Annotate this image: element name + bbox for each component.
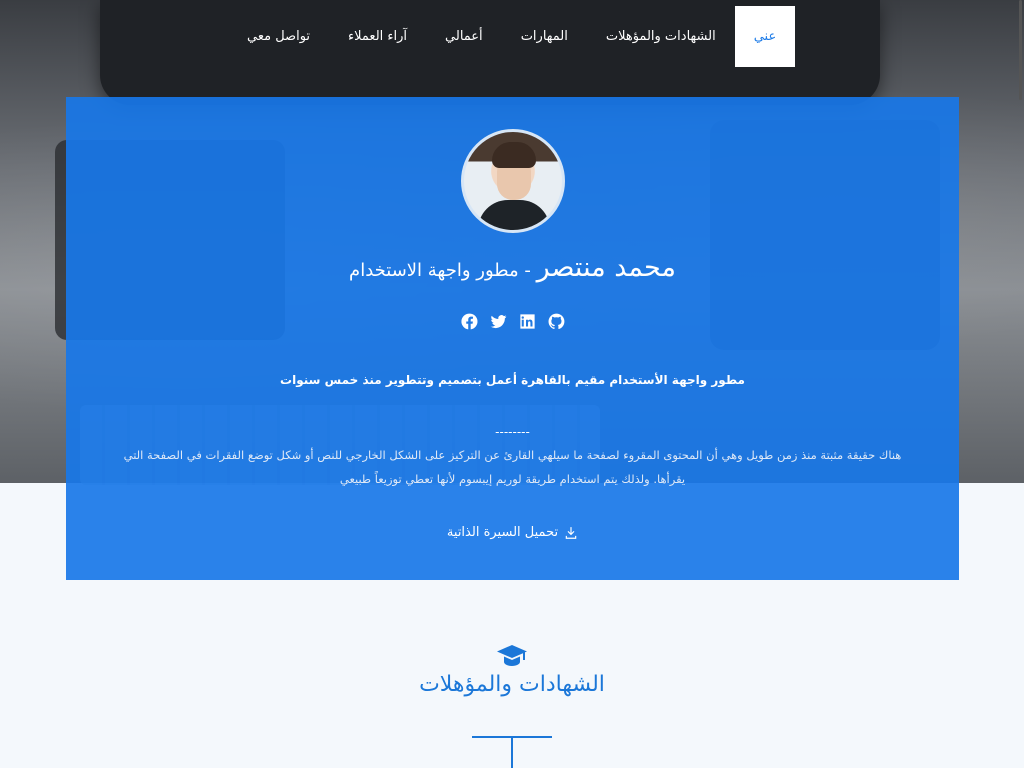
main-nav: عني الشهادات والمؤهلات المهارات أعمالي آ… <box>228 6 796 67</box>
download-cv-label: تحميل السيرة الذاتية <box>446 525 559 540</box>
social-links <box>66 312 959 331</box>
section-title-certificates: الشهادات والمؤهلات <box>419 672 605 697</box>
bio-text: هناك حقيقة مثبتة منذ زمن طويل وهي أن الم… <box>123 448 902 486</box>
nav-item-about[interactable]: عني <box>734 6 796 67</box>
download-cv-button[interactable]: تحميل السيرة الذاتية <box>66 525 959 540</box>
twitter-icon[interactable] <box>489 312 508 331</box>
graduation-cap-icon <box>496 643 528 669</box>
facebook-icon[interactable] <box>460 312 479 331</box>
scrollbar[interactable] <box>1019 0 1022 100</box>
divider-dashes: -------- <box>495 425 530 439</box>
nav-item-certificates[interactable]: الشهادات والمؤهلات <box>587 6 735 67</box>
nav-item-works[interactable]: أعمالي <box>426 6 502 67</box>
section-divider-line <box>511 736 513 768</box>
nav-item-skills[interactable]: المهارات <box>502 6 587 67</box>
github-icon[interactable] <box>547 312 566 331</box>
avatar <box>461 129 565 233</box>
profile-card: محمد منتصر - مطور واجهة الاستخدام مطور و… <box>66 97 959 580</box>
profile-heading: محمد منتصر - مطور واجهة الاستخدام <box>66 252 959 283</box>
linkedin-icon[interactable] <box>518 312 537 331</box>
nav-item-contact[interactable]: تواصل معي <box>228 6 329 67</box>
download-icon <box>565 526 577 539</box>
tagline: مطور واجهة الأستخدام مقيم بالقاهرة أعمل … <box>280 373 745 387</box>
nav-item-testimonials[interactable]: آراء العملاء <box>329 6 426 67</box>
profile-role: مطور واجهة الاستخدام <box>349 260 519 281</box>
profile-name: محمد منتصر <box>536 252 676 283</box>
heading-separator: - <box>518 260 537 281</box>
